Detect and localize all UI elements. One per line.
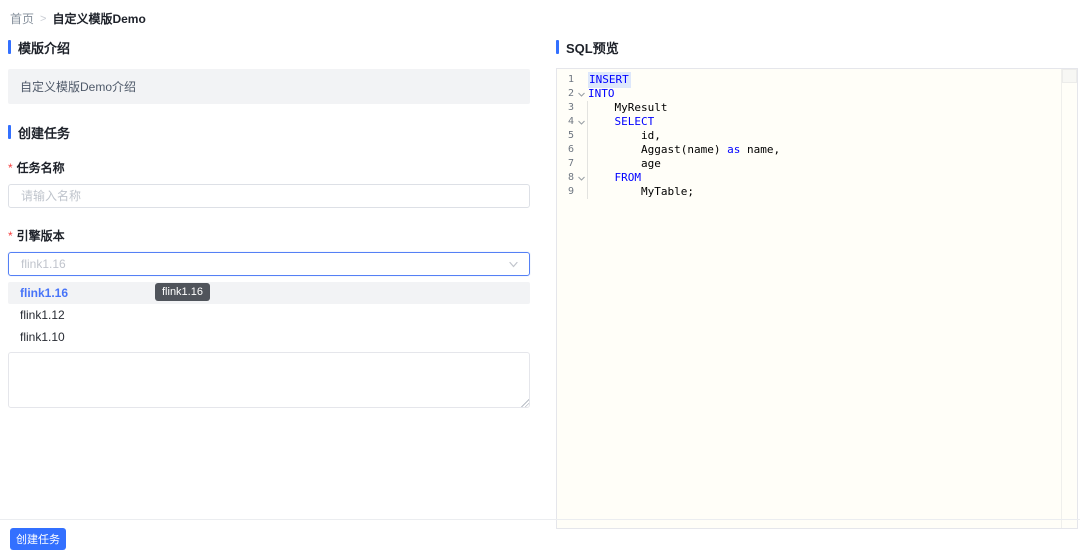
minimap-divider bbox=[1061, 69, 1062, 528]
sql-panel: SQL预览 1 INSERT 2 INTO 3 MyResult 4 SELECT 5 id… bbox=[556, 39, 1078, 529]
engine-version-dropdown: flink1.16 flink1.12 flink1.10 flink1.16 bbox=[8, 282, 530, 348]
required-asterisk: * bbox=[8, 160, 13, 175]
code-line[interactable]: 4 SELECT bbox=[557, 115, 1077, 129]
code-line[interactable]: 7 age bbox=[557, 157, 1077, 171]
code-line[interactable]: 3 MyResult bbox=[557, 101, 1077, 115]
line-number: 3 bbox=[567, 102, 574, 113]
minimap-slider[interactable] bbox=[1062, 69, 1077, 83]
task-name-input[interactable] bbox=[8, 184, 530, 208]
task-name-label: * 任务名称 bbox=[8, 160, 65, 176]
create-task-section-header: 创建任务 bbox=[8, 124, 530, 141]
code-text: INTO bbox=[588, 87, 615, 100]
code-text: MyTable; bbox=[640, 185, 694, 198]
line-number: 9 bbox=[567, 186, 574, 197]
code-line[interactable]: 6 Aggast(name) as name, bbox=[557, 143, 1077, 157]
code-line[interactable]: 8 FROM bbox=[557, 171, 1077, 185]
engine-version-tooltip: flink1.16 bbox=[155, 283, 210, 301]
breadcrumb-separator: > bbox=[40, 12, 47, 25]
required-asterisk: * bbox=[8, 228, 13, 243]
line-number: 8 bbox=[567, 172, 574, 183]
template-intro-text: 自定义模版Demo介绍 bbox=[20, 80, 137, 94]
intro-section-header: 模版介绍 bbox=[8, 39, 530, 56]
engine-version-select[interactable]: flink1.16 bbox=[8, 252, 530, 276]
fold-chevron-icon[interactable] bbox=[574, 90, 588, 99]
breadcrumb: 首页 > 自定义模版Demo bbox=[0, 0, 1080, 27]
line-number: 2 bbox=[567, 88, 574, 99]
line-number: 4 bbox=[567, 116, 574, 127]
code-text: MyResult bbox=[614, 101, 668, 114]
code-text: SELECT bbox=[614, 115, 655, 128]
left-panel: 模版介绍 自定义模版Demo介绍 创建任务 * 任务名称 * 引擎版本 flin… bbox=[8, 39, 530, 529]
engine-version-value: flink1.16 bbox=[21, 257, 66, 271]
memo-textarea[interactable] bbox=[8, 352, 530, 408]
code-text: age bbox=[640, 157, 661, 170]
section-accent-bar bbox=[8, 40, 11, 54]
section-accent-bar bbox=[8, 125, 11, 139]
code-text: FROM bbox=[614, 171, 642, 184]
indent-guide bbox=[587, 101, 588, 199]
breadcrumb-home-link[interactable]: 首页 bbox=[10, 10, 34, 27]
code-line[interactable]: 5 id, bbox=[557, 129, 1077, 143]
chevron-down-icon bbox=[509, 261, 518, 267]
line-number: 5 bbox=[567, 130, 574, 141]
sql-section-header: SQL预览 bbox=[556, 39, 1078, 56]
intro-section-title: 模版介绍 bbox=[18, 40, 71, 56]
main-content: 模版介绍 自定义模版Demo介绍 创建任务 * 任务名称 * 引擎版本 flin… bbox=[0, 27, 1080, 529]
create-task-button[interactable]: 创建任务 bbox=[10, 528, 66, 550]
engine-version-label: * 引擎版本 bbox=[8, 228, 65, 244]
code-text: Aggast(name) as name, bbox=[640, 143, 781, 156]
sql-code-editor[interactable]: 1 INSERT 2 INTO 3 MyResult 4 SELECT 5 id, 6 Agg… bbox=[556, 68, 1078, 529]
code-line[interactable]: 2 INTO bbox=[557, 87, 1077, 101]
footer-divider bbox=[0, 519, 1080, 520]
memo-area-wrap bbox=[8, 352, 530, 408]
line-number: 6 bbox=[567, 144, 574, 155]
line-number: 7 bbox=[567, 158, 574, 169]
code-line[interactable]: 9 MyTable; bbox=[557, 185, 1077, 199]
code-text: id, bbox=[640, 129, 661, 142]
create-task-section-title: 创建任务 bbox=[18, 125, 71, 141]
resize-handle-icon[interactable] bbox=[520, 398, 529, 407]
dropdown-option[interactable]: flink1.16 bbox=[8, 282, 530, 304]
fold-chevron-icon[interactable] bbox=[574, 118, 588, 127]
code-text: INSERT bbox=[588, 72, 631, 88]
fold-chevron-icon[interactable] bbox=[574, 174, 588, 183]
breadcrumb-current: 自定义模版Demo bbox=[52, 12, 146, 26]
section-accent-bar bbox=[556, 40, 559, 54]
code-line[interactable]: 1 INSERT bbox=[557, 72, 1077, 88]
template-intro-box: 自定义模版Demo介绍 bbox=[8, 69, 530, 104]
line-number: 1 bbox=[567, 74, 574, 85]
sql-section-title: SQL预览 bbox=[566, 40, 619, 56]
dropdown-option[interactable]: flink1.10 bbox=[8, 326, 530, 348]
dropdown-option[interactable]: flink1.12 bbox=[8, 304, 530, 326]
